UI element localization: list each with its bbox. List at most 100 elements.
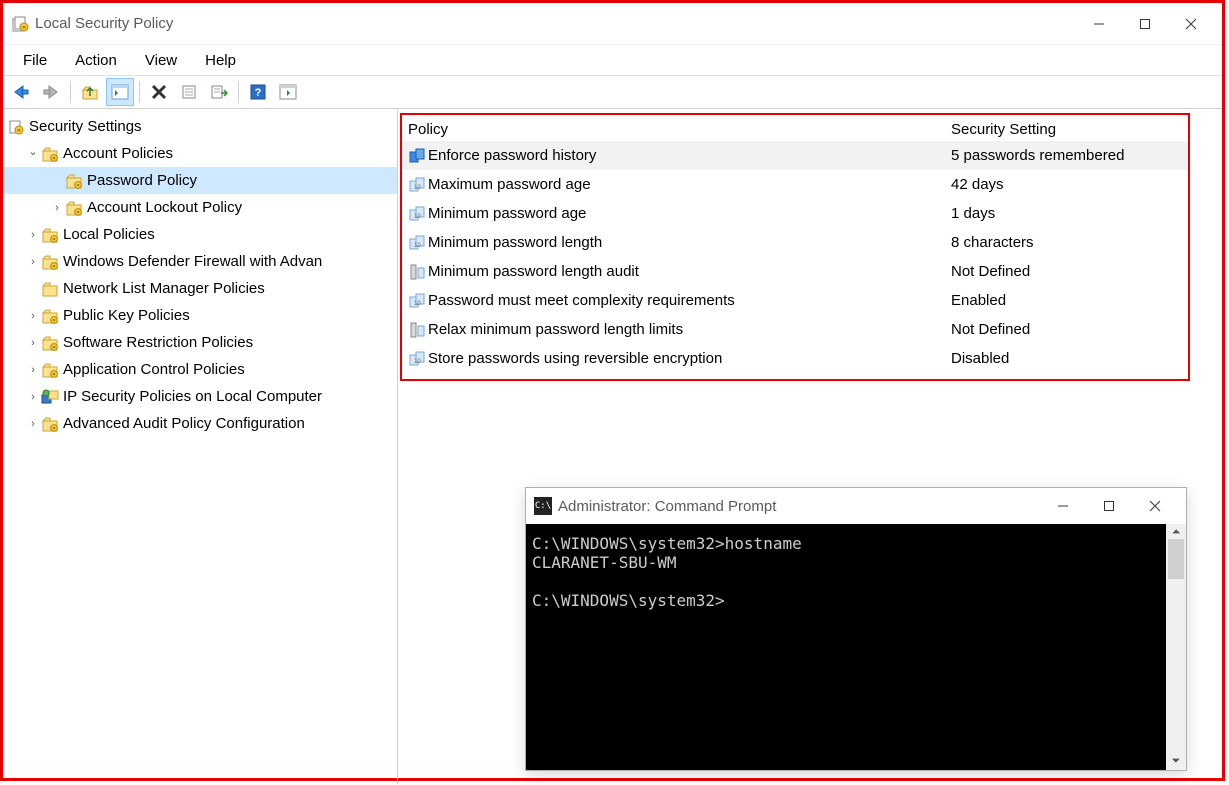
folder-icon [41,307,59,325]
expander-icon[interactable]: › [25,364,41,376]
tree[interactable]: Security Settings ⌄ Account Policies Passw… [3,113,397,437]
toolbar-separator [70,81,71,103]
policy-row[interactable]: Enforce password history5 passwords reme… [402,141,1188,170]
toolbar-separator [238,81,239,103]
policy-name: Store passwords using reversible encrypt… [428,350,951,367]
tree-item[interactable]: › Windows Defender Firewall with Advan [3,248,397,275]
policy-header[interactable]: Policy Security Setting [402,117,1188,141]
tree-item[interactable]: › Software Restriction Policies [3,329,397,356]
menu-action[interactable]: Action [61,48,131,73]
tree-item[interactable]: Password Policy [3,167,397,194]
policy-name: Minimum password age [428,205,951,222]
tree-item-label: Public Key Policies [63,307,190,324]
policy-name: Maximum password age [428,176,951,193]
expander-icon[interactable]: › [49,202,65,214]
policy-name: Minimum password length audit [428,263,951,280]
cmd-icon: C:\ [534,497,552,515]
folder-icon [65,199,83,217]
ipsec-icon [41,388,59,406]
policy-name: Enforce password history [428,147,951,164]
svg-text:10: 10 [414,185,421,191]
header-policy[interactable]: Policy [406,121,951,138]
policy-setting: 8 characters [951,234,1188,251]
policy-icon [406,263,428,281]
scroll-up-icon[interactable]: ⏶ [1172,526,1181,539]
minimize-button[interactable] [1076,9,1122,39]
cmd-maximize-button[interactable] [1086,491,1132,521]
svg-text:10: 10 [414,301,421,307]
folder-icon [41,280,59,298]
expander-icon[interactable]: › [25,256,41,268]
back-button[interactable] [7,78,35,106]
tree-item[interactable]: ›IP Security Policies on Local Computer [3,383,397,410]
folder-icon [41,361,59,379]
svg-text:10: 10 [414,359,421,365]
policy-row[interactable]: Relax minimum password length limitsNot … [402,315,1188,344]
tree-pane: Security Settings ⌄ Account Policies Passw… [3,109,398,784]
policy-row[interactable]: 10 Minimum password age1 days [402,199,1188,228]
policy-setting: 1 days [951,205,1188,222]
cmd-scrollbar[interactable]: ⏶ ⏷ [1166,524,1186,770]
policy-row[interactable]: 10Minimum password length8 characters [402,228,1188,257]
policy-row[interactable]: Minimum password length auditNot Defined [402,257,1188,286]
policy-frame: Policy Security Setting Enforce password… [400,113,1190,381]
scroll-down-icon[interactable]: ⏷ [1172,755,1181,768]
tree-item-label: Windows Defender Firewall with Advan [63,253,322,270]
export-button[interactable] [205,78,233,106]
maximize-button[interactable] [1122,9,1168,39]
policy-row[interactable]: 10Maximum password age42 days [402,170,1188,199]
cmd-terminal[interactable]: C:\WINDOWS\system32>hostname CLARANET-SB… [526,524,1166,770]
properties-button[interactable] [175,78,203,106]
menu-view[interactable]: View [131,48,191,73]
tree-item[interactable]: › Advanced Audit Policy Configuration [3,410,397,437]
policy-icon: 10 [406,350,428,368]
tree-item[interactable]: ›Application Control Policies [3,356,397,383]
tree-item[interactable]: ›Local Policies [3,221,397,248]
tree-item-label: Account Policies [63,145,173,162]
svg-text:10: 10 [414,214,421,220]
close-button[interactable] [1168,9,1214,39]
folder-icon [41,145,59,163]
policy-icon [406,147,428,165]
tree-item[interactable]: ⌄ Account Policies [3,140,397,167]
menu-file[interactable]: File [9,48,61,73]
expander-icon[interactable]: › [25,310,41,322]
folder-icon [65,172,83,190]
help-button[interactable]: ? [244,78,272,106]
refresh-button[interactable] [274,78,302,106]
expander-icon[interactable]: ⌄ [25,145,41,158]
folder-icon [41,415,59,433]
scroll-thumb[interactable] [1168,539,1184,579]
tree-item[interactable]: › Account Lockout Policy [3,194,397,221]
tree-item[interactable]: Network List Manager Policies [3,275,397,302]
tree-root[interactable]: Security Settings [3,113,397,140]
cmd-close-button[interactable] [1132,491,1178,521]
header-setting[interactable]: Security Setting [951,121,1188,138]
expander-icon[interactable]: › [25,418,41,430]
titlebar: Local Security Policy [3,3,1222,45]
folder-icon [41,226,59,244]
policy-icon: 10 [406,205,428,223]
up-button[interactable] [76,78,104,106]
tree-item[interactable]: › Public Key Policies [3,302,397,329]
tree-item-label: Advanced Audit Policy Configuration [63,415,305,432]
tree-item-label: Account Lockout Policy [87,199,242,216]
policy-row[interactable]: 10 Store passwords using reversible encry… [402,344,1188,373]
forward-button[interactable] [37,78,65,106]
show-hide-tree-button[interactable] [106,78,134,106]
folder-icon [41,253,59,271]
tree-item-label: Password Policy [87,172,197,189]
expander-icon[interactable]: › [25,337,41,349]
cmd-window[interactable]: C:\ Administrator: Command Prompt C:\WIN… [525,487,1187,771]
expander-icon[interactable]: › [25,391,41,403]
policy-row[interactable]: 10Password must meet complexity requirem… [402,286,1188,315]
menu-help[interactable]: Help [191,48,250,73]
tree-item-label: Software Restriction Policies [63,334,253,351]
cmd-titlebar[interactable]: C:\ Administrator: Command Prompt [526,488,1186,524]
delete-button[interactable] [145,78,173,106]
cmd-minimize-button[interactable] [1040,491,1086,521]
folder-icon [41,334,59,352]
expander-icon[interactable]: › [25,229,41,241]
cmd-title: Administrator: Command Prompt [558,498,1040,515]
svg-text:10: 10 [414,243,421,249]
